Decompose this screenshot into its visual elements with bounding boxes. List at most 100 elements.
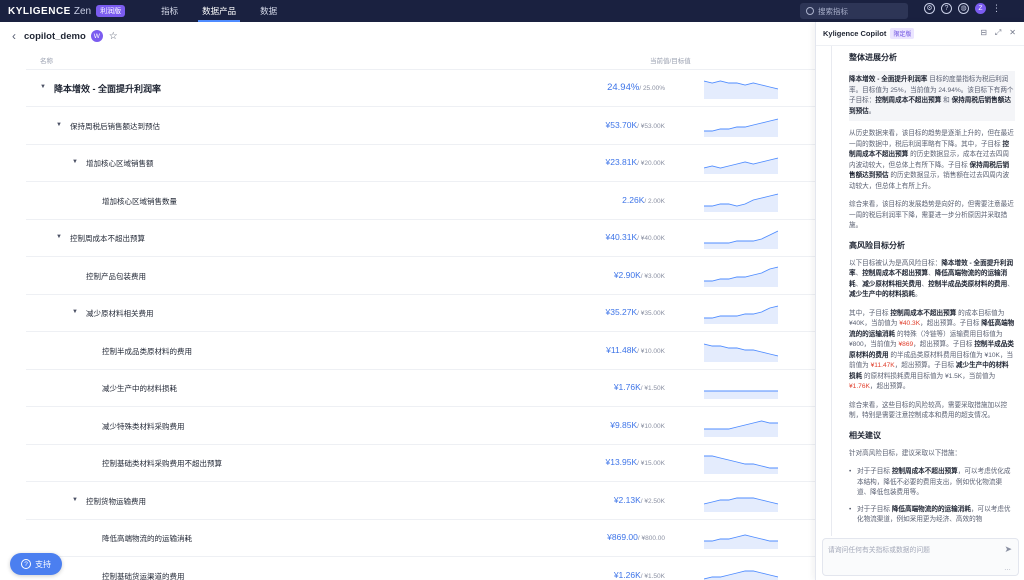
more-dots-icon[interactable]: … — [1004, 565, 1011, 572]
product-name: Zen — [73, 5, 92, 17]
metric-name[interactable]: 降低高端物流的的运输消耗 — [102, 533, 192, 544]
search-icon — [806, 7, 814, 15]
table-row[interactable]: ▼ 控制周成本不超出预算 ¥40.31K/ ¥40.00K — [26, 220, 815, 257]
globe-icon[interactable]: ◍ — [958, 3, 969, 14]
current-value: ¥869.00 — [607, 532, 638, 542]
sparkline-area — [704, 231, 778, 249]
metric-value: ¥9.85K/ ¥10.00K — [610, 420, 665, 430]
table-row[interactable]: 控制基础货运渠道的费用 ¥1.26K/ ¥1.50K — [26, 558, 815, 580]
paragraph-overall-1: 降本增效 - 全面提升利润率 目标的度量指标为税后利润率。目标值为 25%，当前… — [849, 71, 1015, 121]
metric-value: ¥869.00/ ¥800.00 — [607, 532, 665, 542]
expand-caret-icon[interactable]: ▼ — [56, 234, 62, 240]
paragraph-risk-2: 其中，子目标 控制周成本不超出预算 的成本目标值为 ¥40K，当前值为 ¥40.… — [849, 309, 1015, 391]
metric-name[interactable]: 控制货物运输费用 — [86, 496, 146, 507]
user-avatar[interactable]: Z — [975, 3, 986, 14]
trend-sparkline — [704, 80, 778, 99]
metric-name[interactable]: 控制基础类材料采购费用不超出预算 — [102, 458, 222, 469]
suggestion-item-2: 对于子目标 降低高端物流的的运输消耗，可以考虑优化物流渠道，例如采用更为经济、高… — [849, 505, 1015, 526]
section-title-overall: 整体进展分析 — [849, 53, 897, 62]
support-button[interactable]: ? 支持 — [10, 553, 62, 575]
metric-value: ¥23.81K/ ¥20.00K — [606, 157, 666, 167]
metric-name[interactable]: 控制基础货运渠道的费用 — [102, 571, 185, 580]
table-header: 名称 当前值/目标值 — [26, 50, 815, 70]
metric-value: ¥13.95K/ ¥15.00K — [606, 457, 666, 467]
metric-value: ¥53.70K/ ¥53.00K — [606, 120, 666, 130]
help-icon[interactable]: ? — [941, 3, 952, 14]
table-row[interactable]: ▼ 降本增效 - 全面提升利润率 24.94%/ 25.00% — [26, 70, 815, 107]
trend-sparkline — [704, 193, 778, 212]
target-value: / ¥10.00K — [637, 347, 665, 355]
copilot-title: Kyligence Copilot — [823, 29, 887, 38]
metric-name[interactable]: 减少原材料相关费用 — [86, 308, 154, 319]
dock-icon[interactable]: ⊟ — [980, 28, 987, 38]
metric-name[interactable]: 增加核心区域销售额 — [86, 158, 154, 169]
target-value: / ¥1.50K — [640, 385, 665, 392]
table-row[interactable]: 控制半成品类原材料的费用 ¥11.48K/ ¥10.00K — [26, 333, 815, 370]
expand-caret-icon[interactable]: ▼ — [72, 159, 78, 165]
expand-icon[interactable]: ⤢ — [995, 28, 1001, 38]
target-value: / ¥800.00 — [637, 535, 665, 542]
sparkline-area — [704, 456, 778, 474]
page-title: copilot_demo — [24, 30, 86, 42]
table-row[interactable]: ▼ 控制货物运输费用 ¥2.13K/ ¥2.50K — [26, 483, 815, 520]
favorite-star-icon[interactable]: ☆ — [109, 31, 118, 42]
expand-caret-icon[interactable]: ▼ — [72, 497, 78, 503]
trend-sparkline — [704, 230, 778, 249]
nav-item-data[interactable]: 数据 — [248, 0, 289, 22]
edition-badge: 利润版 — [96, 5, 126, 17]
current-value: ¥23.81K — [605, 157, 638, 167]
metric-value: ¥40.31K/ ¥40.00K — [606, 232, 666, 242]
metric-name[interactable]: 控制周成本不超出预算 — [70, 233, 145, 244]
table-row[interactable]: ▼ 增加核心区域销售额 ¥23.81K/ ¥20.00K — [26, 145, 815, 182]
settings-icon[interactable]: ⚙ — [924, 3, 935, 14]
column-header-name: 名称 — [40, 57, 53, 65]
copilot-question-input[interactable] — [828, 544, 998, 570]
metric-value: ¥1.26K/ ¥1.50K — [614, 570, 665, 580]
expand-caret-icon[interactable]: ▼ — [56, 122, 62, 128]
back-chevron-icon[interactable]: ‹ — [12, 29, 16, 43]
current-value: ¥2.90K — [613, 269, 641, 280]
close-icon[interactable]: ✕ — [1009, 28, 1016, 38]
more-icon[interactable]: ⋮ — [992, 4, 1001, 13]
trend-sparkline — [704, 497, 778, 512]
table-row[interactable]: 减少生产中的材料损耗 ¥1.76K/ ¥1.50K — [26, 370, 815, 407]
target-value: / ¥2.50K — [640, 497, 665, 505]
table-row[interactable]: ▼ 保持周税后销售额达到预估 ¥53.70K/ ¥53.00K — [26, 108, 815, 145]
table-row[interactable]: 控制产品包装费用 ¥2.90K/ ¥3.00K — [26, 258, 815, 295]
nav-item-data-products[interactable]: 数据产品 — [190, 0, 248, 22]
metric-name[interactable]: 增加核心区域销售数量 — [102, 196, 177, 207]
metric-name[interactable]: 保持周税后销售额达到预估 — [70, 121, 160, 132]
metric-value: ¥2.13K/ ¥2.50K — [614, 495, 665, 505]
trend-sparkline — [704, 390, 778, 399]
trend-sparkline — [704, 118, 778, 137]
table-row[interactable]: 增加核心区域销售数量 2.26K/ 2.00K — [26, 183, 815, 220]
paragraph-overall-3: 综合来看，该目标的发展趋势是向好的，但需要注意最近一周的税后利润率下降，需要进一… — [849, 201, 1014, 229]
logo[interactable]: KYLIGENCE Zen 利润版 — [8, 0, 126, 22]
metric-name[interactable]: 降本增效 - 全面提升利润率 — [54, 82, 161, 95]
table-row[interactable]: 降低高端物流的的运输消耗 ¥869.00/ ¥800.00 — [26, 520, 815, 557]
logo-text: KYLIGENCE — [8, 5, 71, 17]
table-row[interactable]: 控制基础类材料采购费用不超出预算 ¥13.95K/ ¥15.00K — [26, 445, 815, 482]
current-value: ¥2.13K — [613, 494, 641, 505]
metric-value: ¥1.76K/ ¥1.50K — [614, 382, 665, 392]
send-icon[interactable]: ➤ — [1004, 544, 1012, 555]
table-row[interactable]: ▼ 减少原材料相关费用 ¥35.27K/ ¥35.00K — [26, 295, 815, 332]
metric-value: 2.26K/ 2.00K — [622, 195, 665, 205]
sparkline-area — [704, 391, 778, 399]
nav-item-metrics[interactable]: 指标 — [149, 0, 190, 22]
metric-value: 24.94%/ 25.00% — [607, 82, 665, 93]
search-placeholder: 搜索指标 — [818, 6, 848, 16]
table-row[interactable]: 减少特殊类材料采购费用 ¥9.85K/ ¥10.00K — [26, 408, 815, 445]
trend-sparkline — [704, 420, 778, 437]
expand-caret-icon[interactable]: ▼ — [72, 309, 78, 315]
metric-name[interactable]: 减少特殊类材料采购费用 — [102, 421, 185, 432]
metric-name[interactable]: 减少生产中的材料损耗 — [102, 383, 177, 394]
copilot-message-area[interactable]: 整体进展分析 降本增效 - 全面提升利润率 目标的度量指标为税后利润率。目标值为… — [816, 46, 1024, 536]
global-search-input[interactable]: 搜索指标 — [800, 3, 908, 19]
trend-sparkline — [704, 570, 778, 580]
support-label: 支持 — [35, 559, 51, 569]
current-value: ¥13.95K — [605, 457, 638, 467]
metric-name[interactable]: 控制半成品类原材料的费用 — [102, 346, 192, 357]
expand-caret-icon[interactable]: ▼ — [40, 84, 46, 90]
metric-name[interactable]: 控制产品包装费用 — [86, 271, 146, 282]
